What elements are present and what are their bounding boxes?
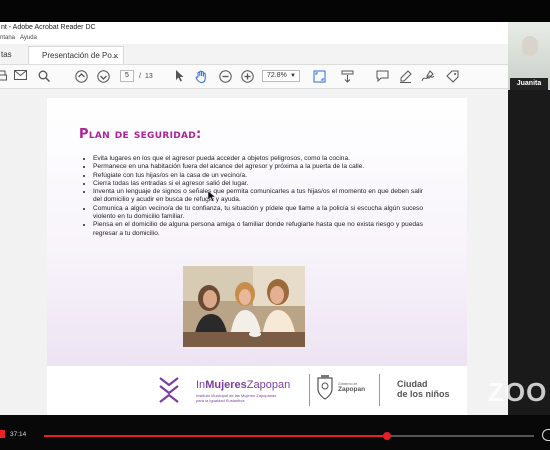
participant-silhouette <box>522 36 538 56</box>
tab-label: Presentación de Po... <box>42 51 119 60</box>
inmujeres-logo-text: InMujeresZapopan <box>196 379 291 391</box>
acrobat-window: nt - Adobe Acrobat Reader DC ntana Ayuda… <box>0 22 508 415</box>
next-page-icon[interactable] <box>96 70 110 87</box>
bullet-item: Permanece en una habitación fuera del al… <box>93 163 423 171</box>
window-title: nt - Adobe Acrobat Reader DC <box>0 22 508 34</box>
scroll-mode-icon[interactable] <box>340 70 354 87</box>
tab-herramientas[interactable]: tas <box>0 46 29 64</box>
previous-page-icon[interactable] <box>74 70 88 87</box>
chevron-down-icon: ▼ <box>290 73 296 79</box>
mail-icon[interactable] <box>13 70 27 84</box>
play-icon[interactable] <box>0 430 5 438</box>
bullet-list: Evita lugares en los que el agresor pued… <box>79 155 423 238</box>
highlight-pen-icon[interactable] <box>398 70 412 87</box>
participant-name: Juanita <box>510 78 548 90</box>
women-photo <box>183 266 305 347</box>
pdf-page: Plan de seguridad: Evita lugares en los … <box>47 98 467 415</box>
menu-bar: ntana Ayuda <box>0 34 508 43</box>
divider <box>379 374 380 406</box>
toolbar: 5 / 13 72.8% ▼ <box>0 65 508 89</box>
footer-logos: InMujeresZapopan Instituto Municipal de … <box>47 366 467 415</box>
zoom-level-value: 72.8% <box>267 72 287 79</box>
bullet-item: Inventa un lenguaje de signos o señales … <box>93 188 423 205</box>
zoom-in-icon[interactable] <box>240 70 254 87</box>
bullet-item: Cierra todas las entradas si el agresor … <box>93 180 423 188</box>
video-timecode: 37:14 <box>10 431 27 438</box>
top-black-bar <box>0 0 550 22</box>
print-icon[interactable] <box>0 70 8 86</box>
total-pages: 13 <box>145 73 153 80</box>
mouse-pointer-icon <box>208 191 217 202</box>
ciudad-ninos-logo: Ciudad de los niños <box>397 379 450 399</box>
zoom-watermark: ZOO <box>488 377 548 407</box>
gov-name: Zapopan <box>338 386 366 393</box>
select-cursor-icon[interactable] <box>173 70 187 86</box>
share-tag-icon[interactable] <box>445 70 459 87</box>
video-progress-knob[interactable] <box>383 432 391 440</box>
page-number-input[interactable]: 5 <box>120 70 134 82</box>
search-icon[interactable] <box>37 70 51 86</box>
video-progress-track[interactable] <box>44 432 534 440</box>
video-controls: 37:14 <box>0 415 550 450</box>
fit-page-icon[interactable] <box>312 70 326 87</box>
tab-presentacion[interactable]: Presentación de Po... × <box>28 46 124 64</box>
tab-bar: tas Presentación de Po... × <box>0 44 508 65</box>
zoom-level-select[interactable]: 72.8% ▼ <box>262 70 300 82</box>
menu-item-ayuda[interactable]: Ayuda <box>20 34 37 43</box>
bullet-item: Comunica a algún vecino/a de tu confianz… <box>93 205 423 222</box>
fill-sign-icon[interactable] <box>421 70 435 87</box>
bullet-item: Piensa en el domicilio de alguna persona… <box>93 221 423 238</box>
slide-title: Plan de seguridad: <box>79 127 202 142</box>
divider <box>309 374 310 406</box>
menu-item-ventana[interactable]: ntana <box>0 34 15 43</box>
zoom-side-panel: Juanita ZOO <box>488 22 550 415</box>
participant-video[interactable]: Juanita <box>508 22 550 90</box>
inmujeres-subtitle: Instituto Municipal de las Mujeres Zapop… <box>196 393 277 403</box>
bullet-item: Refúgiate con tus hijas/os en la casa de… <box>93 172 423 180</box>
zoom-out-icon[interactable] <box>218 70 232 87</box>
tab-close-icon[interactable]: × <box>113 47 118 65</box>
settings-icon[interactable] <box>542 429 550 441</box>
video-progress-fill <box>44 435 387 437</box>
hand-tool-icon[interactable] <box>194 70 208 87</box>
bullet-item: Evita lugares en los que el agresor pued… <box>93 155 423 163</box>
zapopan-shield-icon <box>317 375 333 400</box>
comment-icon[interactable] <box>375 70 389 86</box>
page-separator: / <box>139 73 141 80</box>
inmujeres-logo-icon <box>159 377 179 403</box>
document-viewer[interactable]: Plan de seguridad: Evita lugares en los … <box>0 89 508 415</box>
tab-label: tas <box>1 50 12 59</box>
